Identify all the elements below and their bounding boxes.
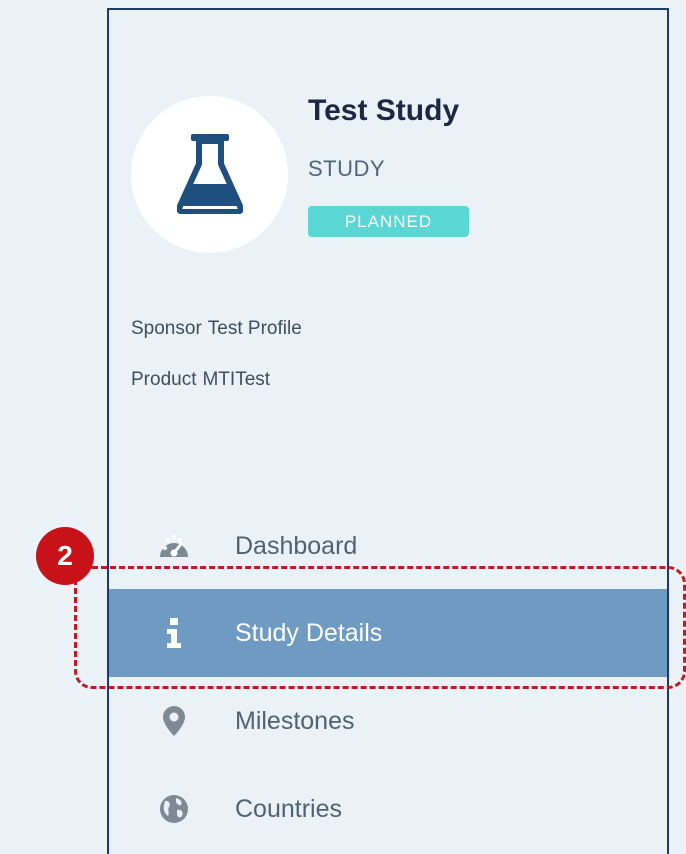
status-badge: PLANNED [308, 206, 469, 237]
callout-number-badge: 2 [36, 527, 94, 585]
study-avatar [131, 96, 288, 253]
globe-icon [109, 794, 235, 824]
nav-item-countries[interactable]: Countries [109, 779, 667, 839]
page: Test Study STUDY PLANNED Sponsor Test Pro… [0, 0, 686, 854]
nav-label-countries: Countries [235, 794, 342, 823]
study-title: Test Study [308, 94, 460, 127]
nav-item-milestones[interactable]: Milestones [109, 691, 667, 751]
sponsor-row: Sponsor Test Profile [131, 318, 302, 340]
product-label: Product [131, 369, 197, 390]
study-type-label: STUDY [308, 156, 386, 181]
sponsor-label: Sponsor [131, 318, 202, 339]
callout-highlight-box [74, 566, 686, 689]
nav-label-dashboard: Dashboard [235, 531, 358, 560]
nav-label-milestones: Milestones [235, 706, 355, 735]
product-row: Product MTITest [131, 369, 270, 391]
sponsor-value: Test Profile [207, 318, 302, 339]
map-marker-icon [109, 706, 235, 736]
dashboard-gauge-icon [109, 531, 235, 561]
product-value: MTITest [202, 369, 271, 390]
flask-icon [177, 134, 243, 214]
